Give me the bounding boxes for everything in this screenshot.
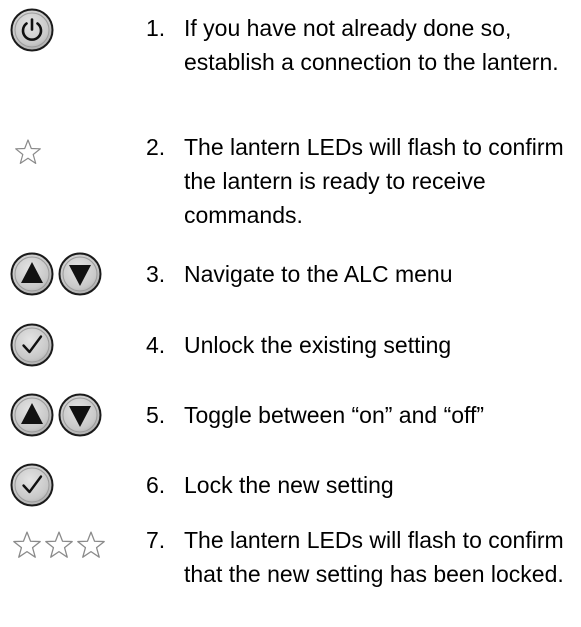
down-arrow-button-icon (58, 393, 102, 437)
step-number: 6. (146, 472, 166, 498)
step-6-icons (10, 463, 54, 507)
power-button-icon (10, 8, 54, 52)
step-number: 1. (146, 15, 166, 41)
step-number: 7. (146, 527, 166, 553)
step-1-icons (10, 8, 54, 52)
step-text: The lantern LEDs will flash to confirm t… (184, 134, 564, 228)
check-button-icon (10, 463, 54, 507)
star-icon (77, 531, 105, 558)
step-7-icons (12, 523, 106, 567)
step-number: 3. (146, 261, 166, 287)
down-arrow-button-icon (58, 252, 102, 296)
step-text: If you have not already done so, establi… (184, 15, 559, 75)
step-number: 5. (146, 402, 166, 428)
step-text: Lock the new setting (184, 472, 394, 498)
up-arrow-button-icon (10, 393, 54, 437)
step-4-icons (10, 323, 54, 367)
step-5-icons (10, 393, 102, 437)
step-text: Toggle between “on” and “off” (184, 402, 485, 428)
step-number: 4. (146, 332, 166, 358)
star-icon (45, 531, 73, 558)
step-text: The lantern LEDs will flash to confirm t… (184, 527, 564, 587)
star-icon (15, 139, 41, 164)
up-arrow-button-icon (10, 252, 54, 296)
step-number: 2. (146, 134, 166, 160)
check-button-icon (10, 323, 54, 367)
step-text: Unlock the existing setting (184, 332, 452, 358)
step-3-icons (10, 252, 102, 296)
step-text: Navigate to the ALC menu (184, 261, 453, 287)
star-icon (13, 531, 41, 558)
step-2-icons (14, 130, 42, 174)
